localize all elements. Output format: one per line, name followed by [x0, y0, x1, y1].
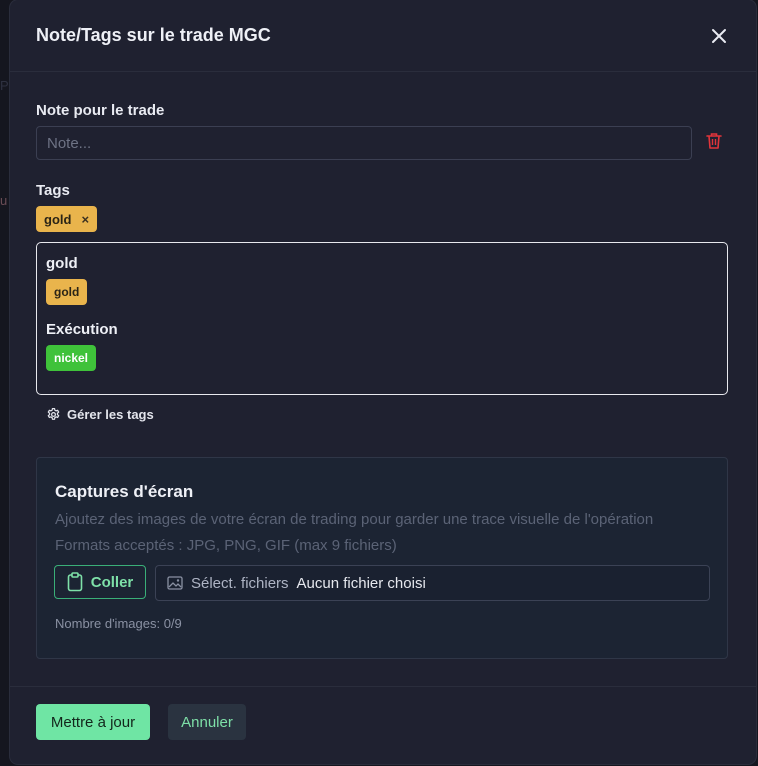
tag-option-gold[interactable]: gold — [46, 279, 88, 305]
background-fragment: P — [0, 78, 9, 93]
tag-group-title: gold — [46, 255, 78, 272]
tag-group-title: Exécution — [46, 321, 118, 338]
close-icon — [712, 28, 726, 43]
file-input[interactable]: Sélect. fichiers Aucun fichier choisi — [155, 565, 710, 601]
image-icon — [167, 576, 183, 590]
selected-tag-chip: gold × — [36, 206, 98, 232]
image-count: Nombre d'images: 0/9 — [55, 616, 182, 631]
screenshots-title: Captures d'écran — [55, 482, 194, 501]
tag-option-nickel[interactable]: nickel — [46, 345, 97, 371]
screenshots-description: Ajoutez des images de votre écran de tra… — [55, 511, 654, 528]
trash-icon — [706, 133, 722, 149]
manage-tags-label: Gérer les tags — [67, 407, 154, 422]
paste-label: Coller — [90, 573, 134, 591]
delete-note-button[interactable] — [706, 132, 722, 150]
modal-header: Note/Tags sur le trade MGC — [10, 0, 756, 72]
close-button[interactable] — [708, 25, 730, 47]
gear-icon — [47, 407, 60, 420]
remove-tag-button[interactable]: × — [81, 212, 89, 227]
paste-button[interactable]: Coller — [54, 565, 146, 599]
update-button[interactable]: Mettre à jour — [36, 704, 150, 740]
selected-tag-label: gold — [44, 211, 72, 227]
no-file-label: Aucun fichier choisi — [296, 574, 426, 592]
background-fragment: u — [0, 193, 8, 208]
note-tags-modal: Note/Tags sur le trade MGC Note pour le … — [10, 0, 756, 764]
manage-tags-button[interactable]: Gérer les tags — [46, 407, 154, 422]
note-input[interactable] — [36, 126, 692, 160]
note-label: Note pour le trade — [36, 102, 165, 119]
screenshots-formats: Formats acceptés : JPG, PNG, GIF (max 9 … — [55, 537, 397, 554]
screenshots-section: Captures d'écran Ajoutez des images de v… — [36, 457, 728, 659]
modal-footer: Mettre à jour Annuler — [10, 686, 756, 765]
tags-label: Tags — [36, 182, 70, 199]
select-files-label: Sélect. fichiers — [191, 574, 289, 592]
clipboard-icon — [67, 572, 83, 592]
tag-options-panel: gold gold Exécution nickel — [36, 242, 728, 395]
modal-title: Note/Tags sur le trade MGC — [36, 25, 271, 45]
cancel-button[interactable]: Annuler — [168, 704, 246, 740]
